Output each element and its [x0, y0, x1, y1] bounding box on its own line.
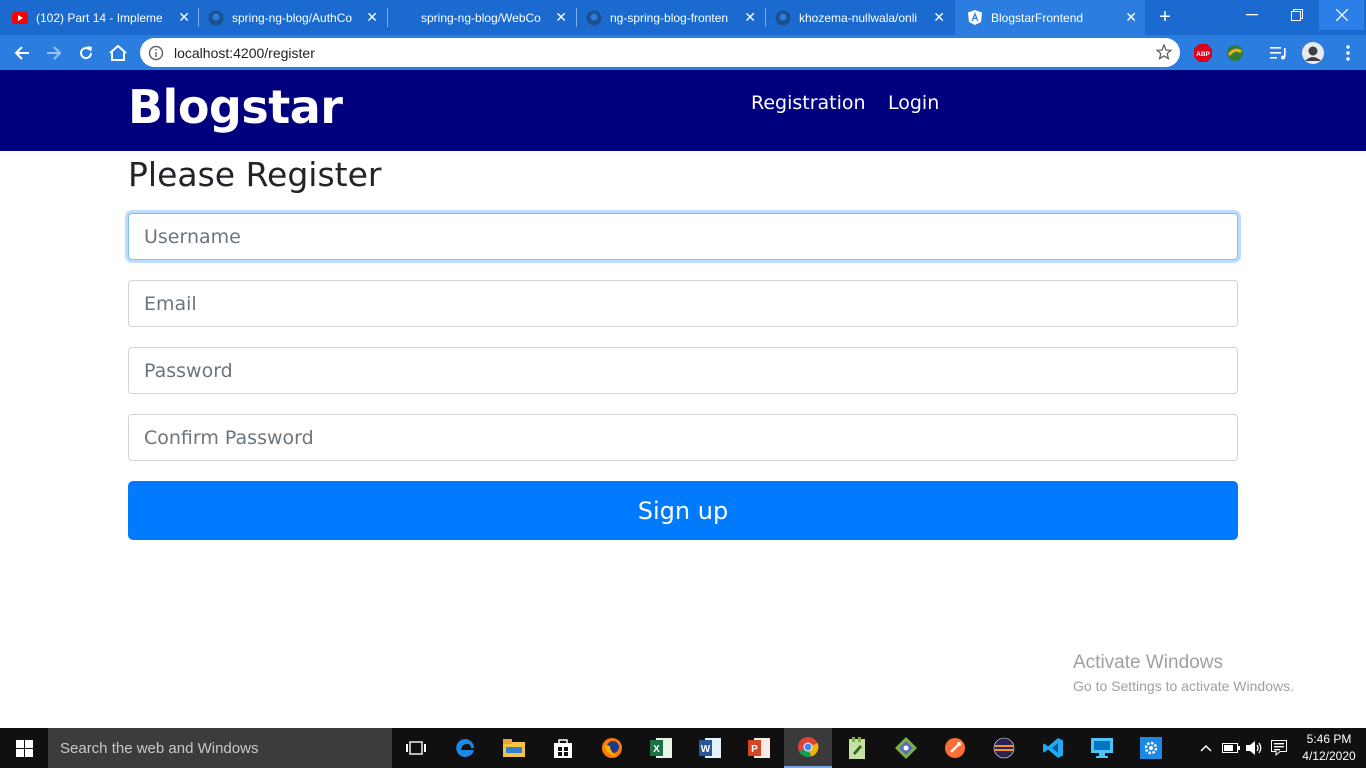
close-tab-icon[interactable]: ✕ [178, 10, 190, 24]
profile-avatar[interactable] [1301, 41, 1325, 65]
show-hidden-icons-chevron-icon[interactable] [1196, 728, 1216, 768]
browser-tab-webconfig[interactable]: spring-ng-blog/WebCo ✕ [389, 0, 575, 35]
windows-taskbar: Search the web and Windows X W P 5:46 PM… [0, 728, 1366, 768]
bookmark-star-icon[interactable] [1155, 43, 1173, 65]
eclipse-icon[interactable] [980, 728, 1028, 768]
git-kraken-icon[interactable] [882, 728, 930, 768]
vscode-icon[interactable] [1029, 728, 1077, 768]
notepad-plus-plus-icon[interactable] [833, 728, 881, 768]
site-info-icon[interactable] [148, 45, 164, 61]
minimize-window-icon[interactable] [1229, 0, 1274, 30]
watermark-title: Activate Windows [1073, 652, 1223, 673]
taskbar-search-box[interactable]: Search the web and Windows [48, 728, 392, 768]
back-arrow-icon[interactable] [10, 41, 34, 65]
address-bar[interactable]: localhost:4200/register [140, 38, 1180, 67]
reload-icon[interactable] [74, 41, 98, 65]
file-explorer-icon[interactable] [490, 728, 538, 768]
email-input[interactable] [129, 281, 1237, 326]
activate-windows-watermark: Activate Windows Go to Settings to activ… [1073, 652, 1294, 694]
site-header: Blogstar Registration Login [0, 70, 1366, 151]
new-tab-plus-icon[interactable]: + [1154, 6, 1176, 28]
site-brand-logo[interactable]: Blogstar [128, 80, 343, 134]
browser-toolbar: localhost:4200/register ABP [0, 35, 1366, 70]
tab-title: BlogstarFrontend [991, 10, 1084, 25]
svg-text:X: X [653, 744, 660, 755]
youtube-icon [12, 10, 28, 26]
settings-gear-icon[interactable] [1127, 728, 1175, 768]
nav-link-login[interactable]: Login [888, 92, 939, 114]
close-tab-icon[interactable]: ✕ [744, 10, 756, 24]
svg-text:ABP: ABP [1196, 51, 1210, 58]
remote-desktop-icon[interactable] [1078, 728, 1126, 768]
firefox-icon[interactable] [588, 728, 636, 768]
browser-tab-blogstar[interactable]: BlogstarFrontend ✕ [955, 0, 1145, 35]
tab-divider [387, 8, 388, 27]
password-field-wrapper [128, 347, 1238, 394]
tab-title: ng-spring-blog-fronten [610, 10, 729, 25]
edge-browser-icon[interactable] [441, 728, 489, 768]
extension-icon[interactable] [1225, 43, 1245, 63]
tab-divider [576, 8, 577, 27]
powerpoint-icon[interactable]: P [735, 728, 783, 768]
confirm-password-input[interactable] [129, 415, 1237, 460]
confirm-password-field-wrapper [128, 414, 1238, 461]
close-tab-icon[interactable]: ✕ [933, 10, 945, 24]
forward-arrow-icon[interactable] [42, 41, 66, 65]
username-field-wrapper [128, 213, 1238, 260]
chrome-icon[interactable] [784, 728, 832, 768]
windows-start-icon[interactable] [0, 728, 48, 768]
password-input[interactable] [129, 348, 1237, 393]
sign-up-button[interactable]: Sign up [128, 481, 1238, 540]
tab-divider [198, 8, 199, 27]
github-icon [208, 10, 224, 26]
tab-title: khozema-nullwala/onli [799, 10, 918, 25]
browser-menu-icon[interactable] [1340, 43, 1356, 63]
word-icon[interactable]: W [686, 728, 734, 768]
media-queue-icon[interactable] [1269, 43, 1289, 63]
close-tab-icon[interactable]: ✕ [555, 10, 567, 24]
close-tab-icon[interactable]: ✕ [1125, 10, 1137, 24]
volume-icon[interactable] [1244, 728, 1266, 768]
svg-text:P: P [751, 744, 758, 755]
username-input[interactable] [129, 214, 1237, 259]
url-text: localhost:4200/register [174, 44, 315, 61]
email-field-wrapper [128, 280, 1238, 327]
postman-icon[interactable] [931, 728, 979, 768]
clock-time: 5:46 PM [1306, 732, 1352, 746]
browser-tab-khozema[interactable]: khozema-nullwala/onli ✕ [767, 0, 953, 35]
browser-tab-strip: (102) Part 14 - Impleme ✕ spring-ng-blog… [0, 0, 1366, 35]
svg-text:W: W [701, 744, 711, 755]
tab-title: spring-ng-blog/WebCo [421, 10, 541, 25]
home-icon[interactable] [106, 41, 130, 65]
angular-icon [967, 10, 983, 26]
tab-divider [765, 8, 766, 27]
task-view-icon[interactable] [392, 728, 440, 768]
store-icon[interactable] [539, 728, 587, 768]
page-title: Please Register [128, 155, 382, 194]
nav-link-registration[interactable]: Registration [751, 92, 866, 114]
taskbar-clock[interactable]: 5:46 PM 4/12/2020 [1296, 731, 1362, 765]
watermark-subtitle: Go to Settings to activate Windows. [1073, 678, 1294, 694]
clock-date: 4/12/2020 [1302, 749, 1356, 763]
battery-icon[interactable] [1220, 728, 1242, 768]
adblock-icon[interactable]: ABP [1193, 43, 1213, 63]
github-icon [586, 10, 602, 26]
tab-title: (102) Part 14 - Impleme [36, 10, 162, 25]
tab-title: spring-ng-blog/AuthCo [232, 10, 353, 25]
excel-icon[interactable]: X [637, 728, 685, 768]
restore-window-icon[interactable] [1274, 0, 1319, 30]
taskbar-search-placeholder: Search the web and Windows [60, 739, 259, 757]
browser-tab-frontend-repo[interactable]: ng-spring-blog-fronten ✕ [578, 0, 764, 35]
action-center-notification-icon[interactable] [1268, 728, 1290, 768]
web-page: Blogstar Registration Login Please Regis… [0, 70, 1366, 728]
browser-tab-youtube[interactable]: (102) Part 14 - Impleme ✕ [12, 0, 198, 35]
close-window-icon[interactable] [1319, 0, 1364, 30]
close-tab-icon[interactable]: ✕ [366, 10, 378, 24]
github-icon [775, 10, 791, 26]
browser-tab-authcontroller[interactable]: spring-ng-blog/AuthCo ✕ [200, 0, 386, 35]
